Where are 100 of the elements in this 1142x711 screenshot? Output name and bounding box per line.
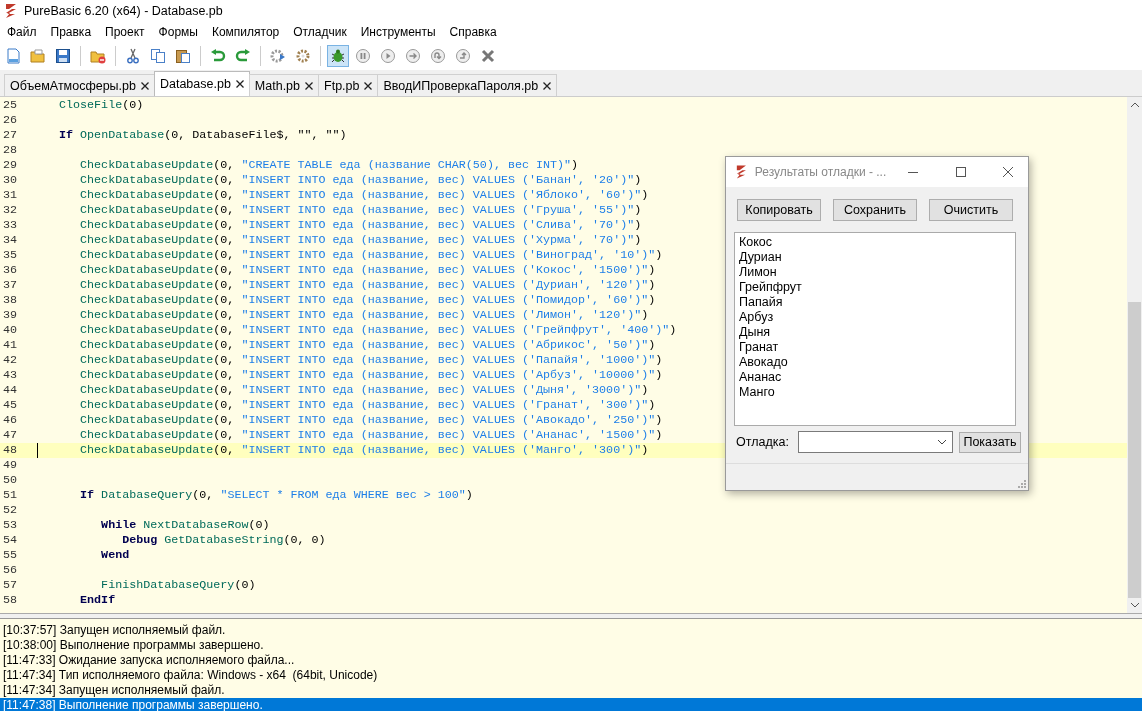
menu-item[interactable]: Проект <box>98 23 152 41</box>
menu-item[interactable]: Файл <box>0 23 44 41</box>
line-number: 25 <box>2 98 19 113</box>
close-icon[interactable] <box>364 81 373 90</box>
line-number: 42 <box>2 353 19 368</box>
code-line: FinishDatabaseQuery(0) <box>100 578 256 593</box>
close-icon[interactable] <box>140 81 149 90</box>
resize-grip-icon[interactable] <box>1018 480 1026 488</box>
menu-item[interactable]: Формы <box>151 23 205 41</box>
file-tab[interactable]: ВводИПроверкаПароля.pb <box>377 74 558 96</box>
code-line: CheckDatabaseUpdate(0, "INSERT INTO еда (название, вес) VALUES ('Грейпфрут', '400')") <box>79 323 677 338</box>
close-icon[interactable] <box>235 80 244 88</box>
output-item: Дыня <box>739 325 772 340</box>
output-item: Лимон <box>739 265 778 280</box>
output-item: Авокадо <box>739 355 789 370</box>
line-number: 31 <box>2 188 19 203</box>
action-button[interactable]: Сохранить <box>833 199 917 221</box>
code-line: Debug GetDatabaseString(0, 0) <box>121 533 326 548</box>
output-item: Кокос <box>739 235 774 250</box>
close-icon[interactable] <box>305 81 314 90</box>
action-button[interactable]: Очистить <box>929 199 1013 221</box>
code-line: CheckDatabaseUpdate(0, "INSERT INTO еда (название, вес) VALUES ('Виноград', '10')") <box>79 248 663 263</box>
menu-item[interactable]: Инструменты <box>353 23 443 41</box>
line-number: 37 <box>2 278 19 293</box>
output-item: Ананас <box>739 370 783 385</box>
log-entry[interactable]: [10:38:00] Выполнение программы завершено. <box>0 638 1142 653</box>
file-tab[interactable]: Math.pb <box>248 74 320 96</box>
code-line: If DatabaseQuery(0, "SELECT * FROM еда WHERE вес > 100") <box>79 488 473 503</box>
log-entry[interactable]: [11:47:34] Запущен исполняемый файл. <box>0 683 1142 698</box>
code-line: CheckDatabaseUpdate(0, "INSERT INTO еда (название, вес) VALUES ('Ананас', '1500')") <box>79 428 663 443</box>
maximize-icon[interactable] <box>955 167 966 177</box>
output-item: Арбуз <box>739 310 775 325</box>
window-title: PureBasic 6.20 (x64) - Database.pb <box>24 4 223 18</box>
code-line: CheckDatabaseUpdate(0, "CREATE TABLE еда (название CHAR(50), вес INT)") <box>79 158 579 173</box>
code-line: Wend <box>100 548 130 563</box>
line-number: 51 <box>2 488 19 503</box>
line-number: 26 <box>2 113 19 128</box>
line-number: 33 <box>2 218 19 233</box>
code-line: CheckDatabaseUpdate(0, "INSERT INTO еда (название, вес) VALUES ('Авокадо', '250')") <box>79 413 663 428</box>
code-line: CheckDatabaseUpdate(0, "INSERT INTO еда (название, вес) VALUES ('Абрикос', '50')") <box>79 338 656 353</box>
line-number: 40 <box>2 323 19 338</box>
line-number: 53 <box>2 518 19 533</box>
output-item: Дуриан <box>739 250 783 265</box>
code-line: CheckDatabaseUpdate(0, "INSERT INTO еда (название, вес) VALUES ('Хурма', '70')") <box>79 233 642 248</box>
file-tab[interactable]: ОбъемАтмосферы.pb <box>4 74 155 96</box>
line-number: 50 <box>2 473 19 488</box>
line-number: 47 <box>2 428 19 443</box>
close-icon[interactable] <box>1002 167 1013 177</box>
debug-dropdown[interactable] <box>798 431 953 453</box>
scroll-down-icon[interactable] <box>1130 603 1139 608</box>
show-button[interactable]: Показать <box>959 431 1021 453</box>
line-number: 54 <box>2 533 19 548</box>
line-number: 56 <box>2 563 19 578</box>
line-number: 29 <box>2 158 19 173</box>
log-entry[interactable]: [11:47:34] Тип исполняемого файла: Windows - x64 (64bit, Unicode) <box>0 668 1142 683</box>
menu-item[interactable]: Компилятор <box>204 23 287 41</box>
line-number: 46 <box>2 413 19 428</box>
line-number: 38 <box>2 293 19 308</box>
line-number: 28 <box>2 143 19 158</box>
code-line: CheckDatabaseUpdate(0, "INSERT INTO еда (название, вес) VALUES ('Лимон', '120')") <box>79 308 649 323</box>
line-number: 34 <box>2 233 19 248</box>
line-number: 57 <box>2 578 19 593</box>
output-item: Манго <box>739 385 776 400</box>
menu-item[interactable]: Правка <box>43 23 99 41</box>
line-number: 58 <box>2 593 19 608</box>
action-button[interactable]: Копировать <box>737 199 821 221</box>
code-line: CheckDatabaseUpdate(0, "INSERT INTO еда (название, вес) VALUES ('Папайя', '1000')") <box>79 353 663 368</box>
splitter[interactable] <box>0 614 1142 619</box>
output-item: Папайя <box>739 295 784 310</box>
app-logo-icon <box>735 164 748 180</box>
menu-item[interactable]: Отладчик <box>286 23 354 41</box>
debug-label: Отладка: <box>736 435 790 449</box>
line-number: 35 <box>2 248 19 263</box>
line-number: 36 <box>2 263 19 278</box>
file-tab[interactable]: Ftp.pb <box>318 74 379 96</box>
line-number: 41 <box>2 338 19 353</box>
log-entry[interactable]: [11:47:33] Ожидание запуска исполняемого файла... <box>0 653 1142 668</box>
code-line: While NextDatabaseRow(0) <box>100 518 270 533</box>
output-item: Гранат <box>739 340 780 355</box>
code-line: CheckDatabaseUpdate(0, "INSERT INTO еда (название, вес) VALUES ('Слива', '70')") <box>79 218 642 233</box>
line-number: 45 <box>2 398 19 413</box>
close-icon[interactable] <box>543 81 552 90</box>
code-line: CheckDatabaseUpdate(0, "INSERT INTO еда (название, вес) VALUES ('Арбуз', '10000')") <box>79 368 663 383</box>
code-line: CloseFile(0) <box>58 98 144 113</box>
code-line: CheckDatabaseUpdate(0, "INSERT INTO еда (название, вес) VALUES ('Яблоко', '60')") <box>79 188 649 203</box>
menu-item[interactable]: Справка <box>442 23 504 41</box>
file-tab[interactable]: Database.pb <box>153 71 250 96</box>
line-number: 52 <box>2 503 19 518</box>
scrollbar[interactable] <box>1127 97 1142 613</box>
scroll-up-icon[interactable] <box>1130 102 1139 107</box>
code-line: CheckDatabaseUpdate(0, "INSERT INTO еда (название, вес) VALUES ('Дыня', '3000')") <box>79 383 649 398</box>
dialog-title: Результаты отладки - ... <box>754 165 887 179</box>
line-number: 32 <box>2 203 19 218</box>
code-line: CheckDatabaseUpdate(0, "INSERT INTO еда (название, вес) VALUES ('Дуриан', '120')") <box>79 278 656 293</box>
log-entry[interactable]: [10:37:57] Запущен исполняемый файл. <box>0 623 1142 638</box>
line-number: 39 <box>2 308 19 323</box>
code-line: CheckDatabaseUpdate(0, "INSERT INTO еда (название, вес) VALUES ('Кокос', '1500')") <box>79 263 656 278</box>
line-number: 30 <box>2 173 19 188</box>
log-entry[interactable]: [11:47:38] Выполнение программы завершено. <box>0 698 1142 711</box>
line-number: 49 <box>2 458 19 473</box>
